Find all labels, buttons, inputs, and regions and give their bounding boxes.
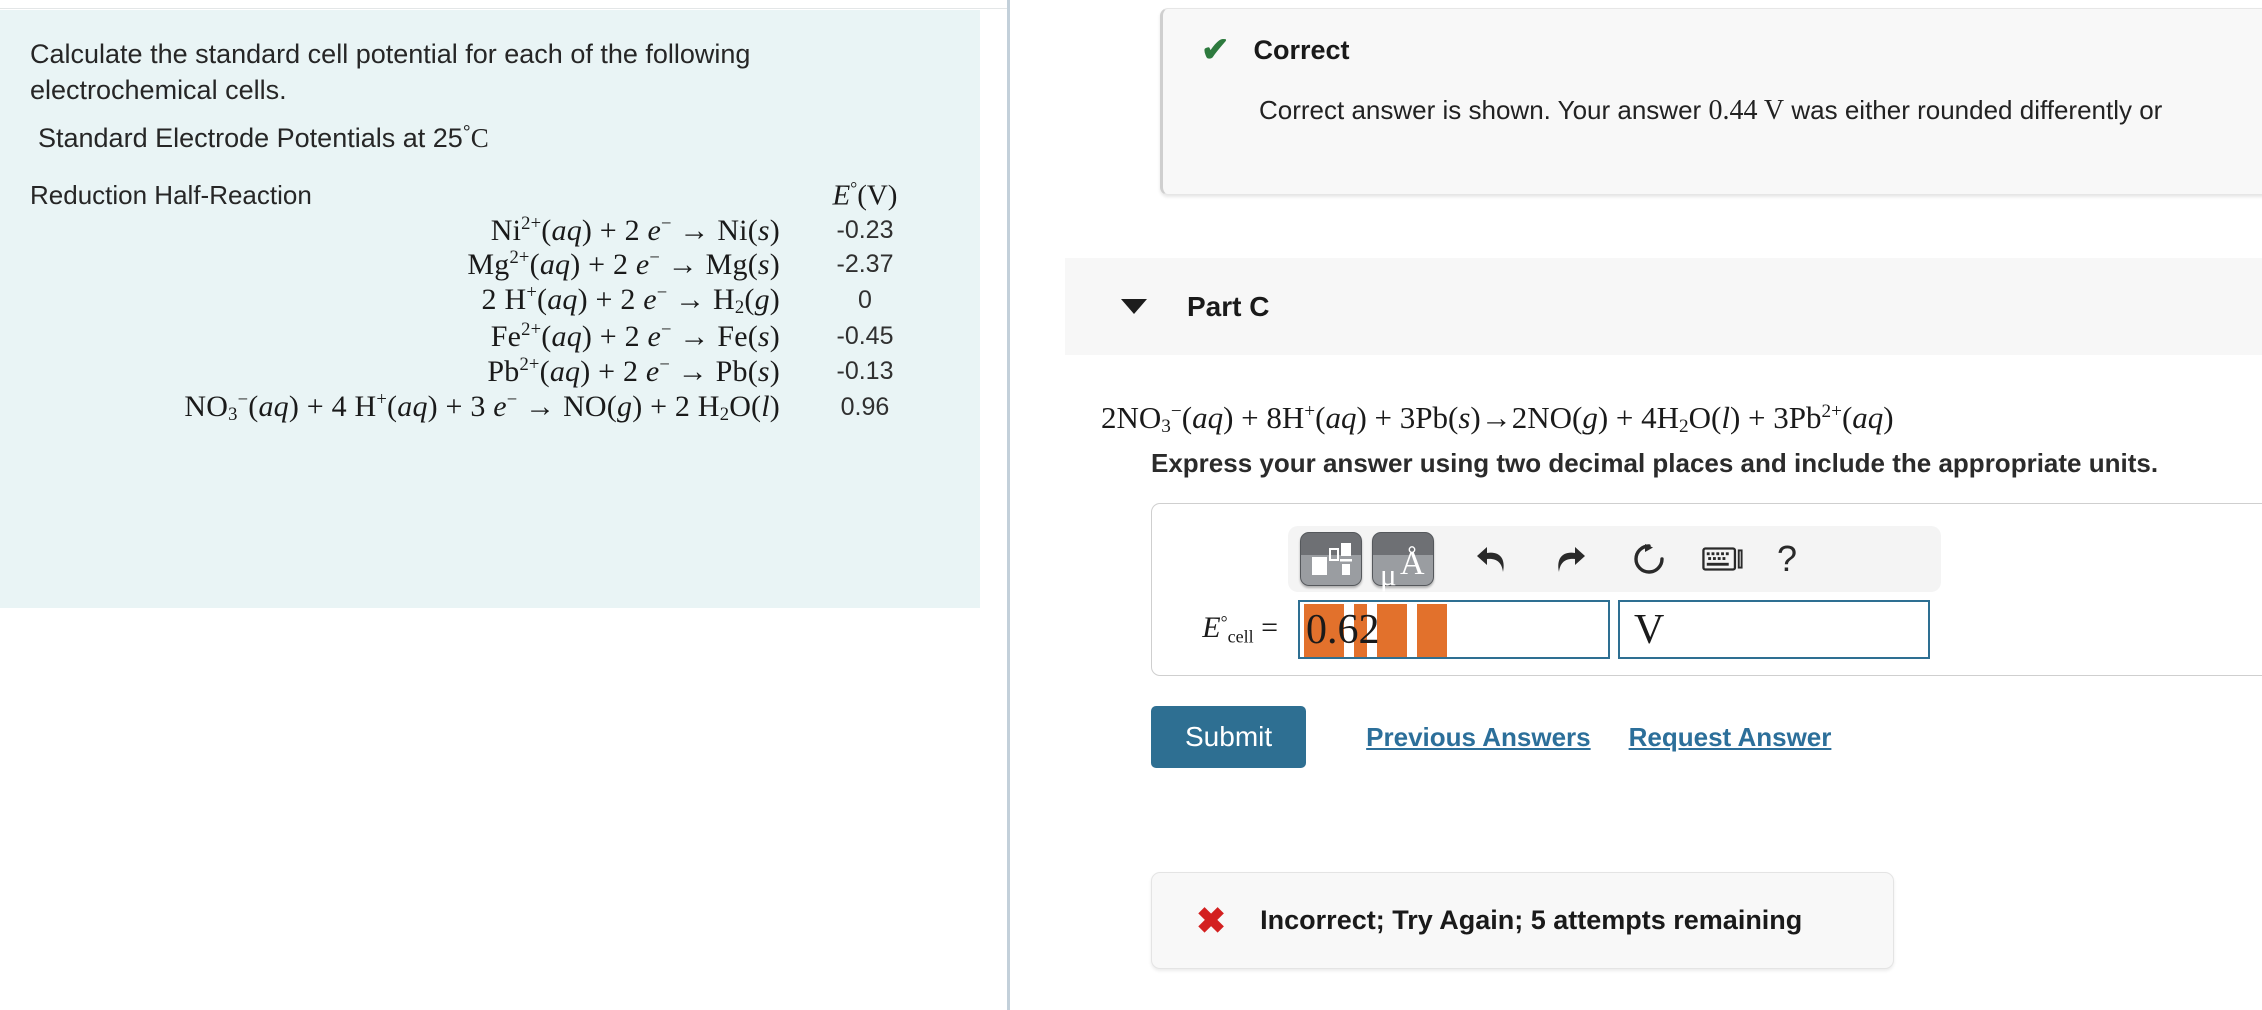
table-header-row: Reduction Half-Reaction E°(V) bbox=[30, 178, 950, 212]
mu-glyph: μ bbox=[1380, 557, 1397, 592]
correct-feedback-box: ✔ Correct Correct answer is shown. Your … bbox=[1160, 8, 2262, 195]
part-c-instruction: Express your answer using two decimal pl… bbox=[1151, 448, 2159, 478]
part-c-label: Part C bbox=[1187, 290, 1270, 322]
problem-card: Calculate the standard cell potential fo… bbox=[0, 10, 980, 608]
angstrom-glyph: Å bbox=[1400, 545, 1425, 582]
keyboard-icon[interactable] bbox=[1702, 536, 1744, 582]
half-reaction-cell: NO3−(aq) + 4 H+(aq) + 3 e− → NO(g) + 2 H… bbox=[30, 389, 780, 426]
top-strip bbox=[0, 0, 1008, 9]
half-reaction-text: Fe2+(aq) + 2 e− → Fe(s) bbox=[490, 319, 780, 353]
units-palette-button[interactable]: μ Å bbox=[1372, 532, 1434, 590]
table-row: NO3−(aq) + 4 H+(aq) + 3 e− → NO(g) + 2 H… bbox=[30, 389, 950, 426]
chevron-down-icon[interactable] bbox=[1121, 299, 1147, 314]
redo-arrow bbox=[1558, 547, 1585, 572]
potential-value-cell: -0.13 bbox=[780, 354, 950, 389]
redo-icon[interactable] bbox=[1550, 536, 1592, 582]
potential-value-text: -2.37 bbox=[836, 250, 894, 279]
half-reaction-cell: Ni2+(aq) + 2 e− → Ni(s) bbox=[30, 213, 780, 248]
problem-panel: Calculate the standard cell potential fo… bbox=[0, 0, 1008, 1010]
ecell-equals: = bbox=[1253, 611, 1278, 645]
potential-value-cell: -2.37 bbox=[780, 248, 950, 283]
answer-entry-box: μ Å ? E°cell = 0.62 V bbox=[1151, 503, 2262, 676]
request-answer-link[interactable]: Request Answer bbox=[1629, 722, 1832, 753]
help-icon[interactable]: ? bbox=[1766, 536, 1808, 582]
table-row: 2 H+(aq) + 2 e− → H2(g) 0 bbox=[30, 282, 950, 319]
ecell-label: E°cell = bbox=[1178, 611, 1278, 647]
submit-button[interactable]: Submit bbox=[1151, 706, 1307, 768]
answer-value-text: 0.62 bbox=[1306, 606, 1380, 653]
answer-value-input[interactable]: 0.62 bbox=[1298, 600, 1610, 659]
table-row: Mg2+(aq) + 2 e− → Mg(s) -2.37 bbox=[30, 248, 950, 283]
table-row: Fe2+(aq) + 2 e− → Fe(s) -0.45 bbox=[30, 319, 950, 354]
undo-arrow bbox=[1477, 547, 1504, 572]
ecell-subscript: cell bbox=[1227, 626, 1254, 647]
table-row: Pb2+(aq) + 2 e− → Pb(s) -0.13 bbox=[30, 354, 950, 389]
table-caption: Standard Electrode Potentials at 25°C bbox=[38, 122, 950, 154]
page-root: Calculate the standard cell potential fo… bbox=[0, 0, 2262, 1010]
panel-divider bbox=[1007, 0, 1010, 1010]
correct-body-pre: Correct answer is shown. Your answer bbox=[1259, 95, 1709, 125]
template-palette-button[interactable] bbox=[1300, 532, 1362, 586]
correct-body-value: 0.44 V bbox=[1708, 95, 1785, 126]
answer-panel: ✔ Correct Correct answer is shown. Your … bbox=[1011, 0, 2262, 1010]
standard-potentials-table: Reduction Half-Reaction E°(V) Ni2+(aq) +… bbox=[30, 178, 950, 425]
part-c-equation: 2NO3−(aq) + 8H+(aq) + 3Pb(s)→2NO(g) + 4H… bbox=[1101, 400, 1894, 438]
answer-unit-input[interactable]: V bbox=[1618, 600, 1930, 659]
incorrect-feedback-box: ✖ Incorrect; Try Again; 5 attempts remai… bbox=[1151, 872, 1894, 969]
correct-body-post: was either rounded differently or bbox=[1784, 95, 2163, 125]
half-reaction-text: Pb2+(aq) + 2 e− → Pb(s) bbox=[487, 353, 780, 388]
correct-feedback-body: Correct answer is shown. Your answer 0.4… bbox=[1259, 91, 2262, 131]
potential-value-text: 0.96 bbox=[840, 392, 890, 421]
header-volt-unit: (V) bbox=[857, 179, 898, 212]
ecell-E: E bbox=[1202, 611, 1221, 645]
action-row: Submit Previous Answers Request Answer bbox=[1151, 706, 1831, 768]
celsius-unit: C bbox=[470, 123, 489, 154]
half-reaction-cell: Pb2+(aq) + 2 e− → Pb(s) bbox=[30, 354, 780, 389]
potential-value-text: -0.13 bbox=[836, 356, 894, 385]
problem-statement: Calculate the standard cell potential fo… bbox=[30, 39, 751, 106]
check-icon: ✔ bbox=[1201, 31, 1230, 69]
undo-icon[interactable] bbox=[1470, 536, 1512, 582]
half-reaction-text: Ni2+(aq) + 2 e− → Ni(s) bbox=[490, 212, 780, 247]
half-reaction-cell: Mg2+(aq) + 2 e− → Mg(s) bbox=[30, 248, 780, 283]
potential-value-cell: 0 bbox=[780, 282, 950, 319]
potential-value-text: -0.45 bbox=[836, 322, 894, 351]
answer-input-row: E°cell = 0.62 V bbox=[1152, 600, 2262, 659]
keyboard-glyph bbox=[1702, 547, 1743, 571]
column-header-reaction: Reduction Half-Reaction bbox=[30, 180, 312, 211]
reset-icon[interactable] bbox=[1628, 536, 1670, 582]
previous-answers-link[interactable]: Previous Answers bbox=[1366, 722, 1590, 753]
half-reaction-cell: 2 H+(aq) + 2 e− → H2(g) bbox=[30, 282, 780, 319]
potential-value-cell: 0.96 bbox=[780, 389, 950, 426]
part-c-header[interactable]: Part C bbox=[1065, 258, 2262, 355]
incorrect-feedback-text: Incorrect; Try Again; 5 attempts remaini… bbox=[1260, 905, 1803, 935]
potential-value-cell: -0.23 bbox=[780, 213, 950, 248]
column-header-potential: E°(V) bbox=[780, 178, 950, 212]
degree-symbol: ° bbox=[462, 122, 471, 145]
table-row: Ni2+(aq) + 2 e− → Ni(s) -0.23 bbox=[30, 213, 950, 248]
reset-circular-arrow bbox=[1634, 544, 1664, 574]
half-reaction-text: Mg2+(aq) + 2 e− → Mg(s) bbox=[467, 247, 780, 282]
half-reaction-cell: Fe2+(aq) + 2 e− → Fe(s) bbox=[30, 319, 780, 354]
math-editor-toolbar: μ Å ? bbox=[1288, 526, 1941, 592]
half-reaction-text: NO3−(aq) + 4 H+(aq) + 3 e− → NO(g) + 2 H… bbox=[184, 388, 780, 425]
correct-feedback-header: ✔ Correct bbox=[1201, 33, 2262, 67]
header-E-symbol: E bbox=[832, 179, 851, 212]
potential-value-text: -0.23 bbox=[836, 215, 894, 244]
ecell-degree: ° bbox=[1220, 612, 1228, 633]
potential-value-cell: -0.45 bbox=[780, 319, 950, 354]
template-palette-icon bbox=[1312, 543, 1352, 575]
answer-unit-text: V bbox=[1634, 606, 1665, 653]
x-icon: ✖ bbox=[1196, 899, 1227, 941]
table-caption-text: Standard Electrode Potentials at 25 bbox=[38, 123, 463, 154]
potential-value-text: 0 bbox=[858, 286, 872, 315]
half-reaction-text: 2 H+(aq) + 2 e− → H2(g) bbox=[481, 282, 780, 319]
correct-feedback-title: Correct bbox=[1253, 34, 1350, 65]
